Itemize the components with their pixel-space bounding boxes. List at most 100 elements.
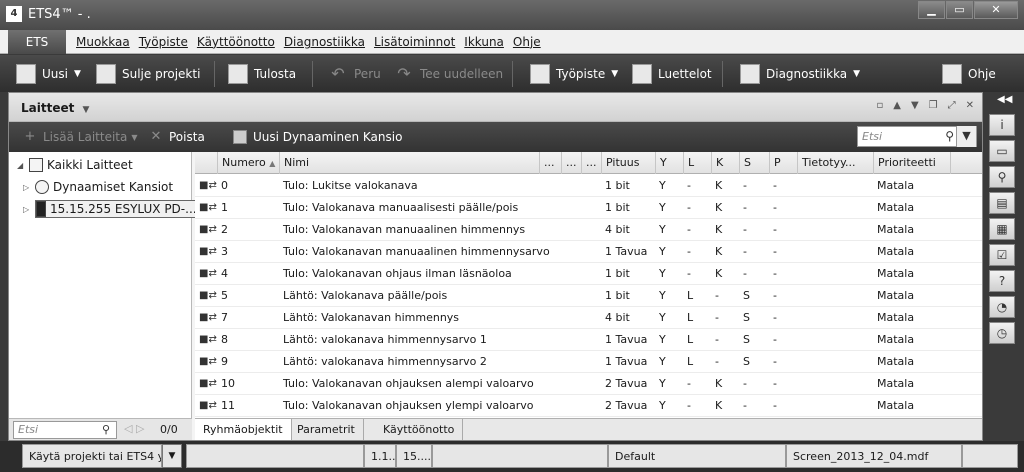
diagnostics-button[interactable]: Diagnostiikka ▼ bbox=[740, 55, 860, 92]
table-row[interactable]: ■⇄ 2 Tulo: Valokanavan manuaalinen himmenn… bbox=[195, 219, 982, 241]
table-row[interactable]: ■⇄ 1 Tulo: Valokanava manuaalisesti päälle… bbox=[195, 197, 982, 219]
column-header-priority[interactable]: Prioriteetti bbox=[873, 152, 951, 174]
catalogs-button[interactable]: Luettelot bbox=[632, 55, 712, 92]
close-project-button[interactable]: Sulje projekti bbox=[96, 55, 200, 92]
column-header-y[interactable]: Y bbox=[655, 152, 683, 174]
expand-panel-icon[interactable]: ⤢ bbox=[948, 100, 956, 111]
workspace-button[interactable]: Työpiste ▼ bbox=[530, 55, 618, 92]
help-icon[interactable]: ? bbox=[989, 270, 1015, 292]
selected-device[interactable]: 15.15.255 ESYLUX PD-... bbox=[35, 200, 202, 218]
window-icon[interactable]: ▤ bbox=[989, 192, 1015, 214]
undo-button[interactable]: ↶ Peru bbox=[328, 55, 380, 92]
cell-k: - bbox=[715, 355, 719, 368]
column-header-extra[interactable]: ... bbox=[539, 152, 561, 174]
menu-workspace[interactable]: Työpiste bbox=[139, 35, 188, 49]
tree-item-device[interactable]: ▷ 15.15.255 ESYLUX PD-... bbox=[23, 200, 202, 218]
help-button[interactable]: Ohje bbox=[942, 55, 996, 92]
float-panel-icon[interactable]: ▫ bbox=[876, 100, 883, 111]
move-up-icon[interactable]: ▲ bbox=[893, 100, 901, 111]
close-panel-icon[interactable]: ✕ bbox=[966, 100, 974, 111]
table-row[interactable]: ■⇄ 11 Tulo: Valokanavan ohjauksen ylempi v… bbox=[195, 395, 982, 417]
maximize-button[interactable]: ▭ bbox=[946, 1, 973, 19]
menu-help[interactable]: Ohje bbox=[513, 35, 541, 49]
menu-window[interactable]: Ikkuna bbox=[464, 35, 504, 49]
cell-priority: Matala bbox=[877, 355, 915, 368]
checklist-icon[interactable]: ☑ bbox=[989, 244, 1015, 266]
device-search-input[interactable]: Etsi ⚲ ▼ bbox=[857, 126, 977, 147]
search-placeholder: Etsi bbox=[18, 423, 39, 436]
tab-commissioning[interactable]: Käyttöönotto bbox=[375, 419, 464, 440]
table-row[interactable]: ■⇄ 9 Lähtö: valokanava himmennysarvo 2 1 Ta… bbox=[195, 351, 982, 373]
menu-edit[interactable]: Muokkaa bbox=[76, 35, 130, 49]
cell-y: Y bbox=[659, 201, 666, 214]
clock-icon[interactable]: ◷ bbox=[989, 322, 1015, 344]
tab-parameters[interactable]: Parametrit bbox=[289, 419, 364, 440]
cell-k: - bbox=[715, 311, 719, 324]
search-icon[interactable]: ⚲ bbox=[102, 423, 110, 436]
cell-s: - bbox=[743, 245, 747, 258]
search-icon[interactable]: ⚲ bbox=[945, 129, 954, 143]
minimize-button[interactable]: ▁ bbox=[918, 1, 945, 19]
expand-arrow-icon[interactable]: ◢ bbox=[17, 161, 29, 170]
filter-icon[interactable]: ▼ bbox=[956, 126, 976, 147]
collapse-dock-icon[interactable]: ◀◀ bbox=[997, 94, 1012, 105]
expand-arrow-icon[interactable]: ▷ bbox=[23, 205, 35, 214]
folder-icon[interactable]: ▭ bbox=[989, 140, 1015, 162]
panel-title-label: Laitteet bbox=[21, 101, 75, 115]
previous-result-icon[interactable]: ◁ bbox=[124, 422, 132, 435]
toolbar-divider bbox=[214, 61, 215, 87]
todo-icon[interactable]: ◔ bbox=[989, 296, 1015, 318]
new-button[interactable]: Uusi ▼ bbox=[16, 55, 81, 92]
print-button[interactable]: Tulosta bbox=[228, 55, 296, 92]
table-row[interactable]: ■⇄ 7 Lähtö: Valokanavan himmennys 4 bit Y L - S… bbox=[195, 307, 982, 329]
column-header-length[interactable]: Pituus bbox=[601, 152, 655, 174]
menu-extras[interactable]: Lisätoiminnot bbox=[374, 35, 455, 49]
column-header-extra[interactable]: ... bbox=[561, 152, 581, 174]
cell-number: 8 bbox=[221, 333, 228, 346]
panel-controls: ▫ ▲ ▼ ❐ ⤢ ✕ bbox=[866, 100, 974, 111]
table-row[interactable]: ■⇄ 5 Lähtö: Valokanava päälle/pois 1 bit Y L -… bbox=[195, 285, 982, 307]
column-header-name[interactable]: Nimi bbox=[279, 152, 539, 174]
menu-ets[interactable]: ETS bbox=[8, 30, 66, 54]
menu-commissioning[interactable]: Käyttöönotto bbox=[197, 35, 275, 49]
column-header-datatype[interactable]: Tietotyy... bbox=[797, 152, 873, 174]
search-icon[interactable]: ⚲ bbox=[989, 166, 1015, 188]
column-header-extra[interactable]: ... bbox=[581, 152, 601, 174]
tab-group-objects[interactable]: Ryhmäobjektit bbox=[195, 419, 292, 440]
next-result-icon[interactable]: ▷ bbox=[136, 422, 144, 435]
cell-priority: Matala bbox=[877, 223, 915, 236]
column-header-number[interactable]: Numero ▲ bbox=[217, 152, 279, 174]
status-dropdown-button[interactable]: ▼ bbox=[162, 444, 182, 468]
add-devices-button[interactable]: + Lisää Laitteita ▼ bbox=[23, 130, 138, 145]
column-header-l[interactable]: L bbox=[683, 152, 711, 174]
column-header-s[interactable]: S bbox=[739, 152, 769, 174]
column-header-p[interactable]: P bbox=[769, 152, 797, 174]
properties-info-icon[interactable]: i bbox=[989, 114, 1015, 136]
cell-name: Lähtö: Valokanava päälle/pois bbox=[283, 289, 448, 302]
tree-search-input[interactable]: Etsi ⚲ bbox=[13, 421, 117, 439]
tree-item-all-devices[interactable]: ◢ Kaikki Laitteet bbox=[17, 158, 133, 172]
menu-diagnostics[interactable]: Diagnostiikka bbox=[284, 35, 365, 49]
move-down-icon[interactable]: ▼ bbox=[911, 100, 919, 111]
table-row[interactable]: ■⇄ 8 Lähtö: valokanava himmennysarvo 1 1 Ta… bbox=[195, 329, 982, 351]
cell-length: 1 Tavua bbox=[605, 355, 648, 368]
column-header-k[interactable]: K bbox=[711, 152, 739, 174]
cell-length: 2 Tavua bbox=[605, 399, 648, 412]
close-window-button[interactable]: ✕ bbox=[974, 1, 1018, 19]
table-row[interactable]: ■⇄ 0 Tulo: Lukitse valokanava 1 bit Y - K - - Mat… bbox=[195, 175, 982, 197]
panel-title[interactable]: Laitteet ▼ bbox=[21, 101, 89, 115]
table-row[interactable]: ■⇄ 10 Tulo: Valokanavan ohjauksen alempi v… bbox=[195, 373, 982, 395]
cell-name: Tulo: Valokanava manuaalisesti päälle/po… bbox=[283, 201, 519, 214]
group-object-icon: ■⇄ bbox=[199, 202, 217, 213]
new-dynamic-folder-button[interactable]: Uusi Dynaaminen Kansio bbox=[233, 130, 402, 144]
redo-button[interactable]: ↷ Tee uudelleen bbox=[394, 55, 503, 92]
expand-arrow-icon[interactable]: ▷ bbox=[23, 183, 35, 192]
table-header: Numero ▲ Nimi ... ... ... Pituus Y L K S… bbox=[195, 152, 982, 174]
table-row[interactable]: ■⇄ 3 Tulo: Valokanavan manuaalinen himmenn… bbox=[195, 241, 982, 263]
delete-button[interactable]: ✕ Poista bbox=[149, 130, 205, 145]
table-row[interactable]: ■⇄ 4 Tulo: Valokanavan ohjaus ilman läsnäo… bbox=[195, 263, 982, 285]
tree-item-dynamic-folders[interactable]: ▷ Dynaamiset Kansiot bbox=[23, 180, 173, 194]
restore-panel-icon[interactable]: ❐ bbox=[929, 100, 938, 111]
book-icon[interactable]: ▦ bbox=[989, 218, 1015, 240]
toolbar-divider bbox=[312, 61, 313, 87]
